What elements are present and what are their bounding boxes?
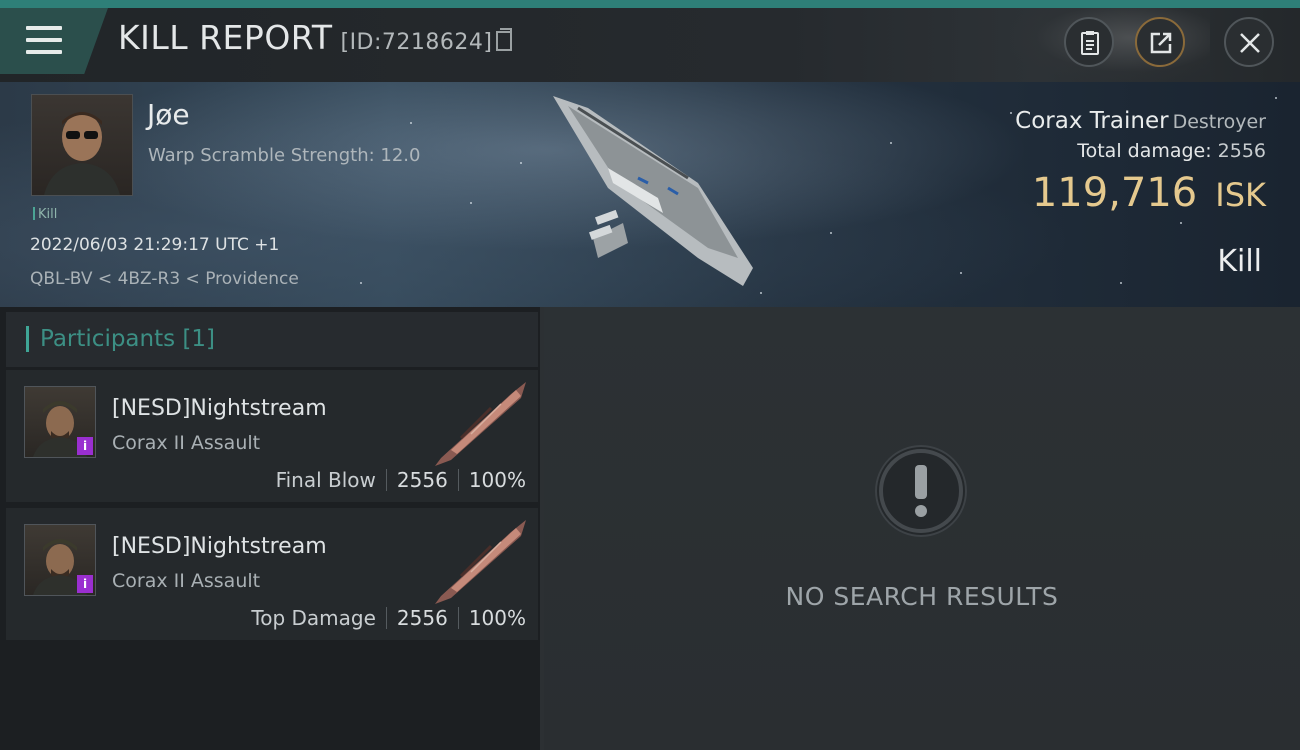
- participant-stats: Final Blow 2556 100%: [276, 468, 526, 492]
- stat-divider: [457, 469, 459, 491]
- warp-scramble-strength: Warp Scramble Strength: 12.0: [148, 145, 421, 166]
- victim-portrait[interactable]: [31, 94, 133, 196]
- ship-class: Destroyer: [1172, 111, 1266, 133]
- stat-divider: [457, 607, 459, 629]
- top-accent-line: [0, 0, 1300, 8]
- participant-role: Final Blow: [275, 468, 376, 492]
- participant-stats: Top Damage 2556 100%: [251, 606, 526, 630]
- participant-ship-image: [435, 382, 526, 466]
- participant-name: [NESD]Nightstream: [112, 534, 327, 559]
- avatar: [44, 112, 120, 195]
- clipboard-button[interactable]: [1064, 17, 1114, 67]
- page-title-text: KILL REPORT: [118, 18, 333, 57]
- share-button[interactable]: [1135, 17, 1185, 67]
- participant-row[interactable]: i [NESD]Nightstream Corax II Assault Fin…: [6, 370, 538, 502]
- participant-damage: 2556: [396, 468, 448, 492]
- participant-role: Top Damage: [251, 606, 376, 630]
- victim-name: Jøe: [147, 98, 190, 131]
- share-icon: [1150, 32, 1172, 54]
- corp-badge-icon: i: [77, 437, 93, 455]
- participants-title: Participants [1]: [40, 326, 215, 352]
- participants-header[interactable]: Participants [1]: [6, 312, 538, 367]
- victim-banner: Jøe Warp Scramble Strength: 12.0 Kill 20…: [0, 82, 1300, 307]
- isk-amount: 119,716: [1031, 170, 1198, 216]
- header-accent-bar: [26, 326, 29, 352]
- total-damage: Total damage: 2556: [1077, 140, 1266, 162]
- participant-ship: Corax II Assault: [112, 432, 261, 454]
- isk-value: 119,716 ISK: [1032, 170, 1266, 216]
- participant-row[interactable]: i [NESD]Nightstream Corax II Assault Top…: [6, 508, 538, 640]
- close-button[interactable]: [1224, 17, 1274, 67]
- victim-ship-image: [553, 96, 753, 286]
- close-icon: [1240, 33, 1260, 53]
- participant-ship: Corax II Assault: [112, 570, 261, 592]
- participant-damage: 2556: [396, 606, 448, 630]
- participant-ship-image: [435, 520, 526, 604]
- kill-result: Kill: [1217, 244, 1262, 279]
- participant-percent: 100%: [468, 606, 526, 630]
- participant-avatar[interactable]: i: [24, 386, 96, 458]
- empty-state-text: NO SEARCH RESULTS: [785, 582, 1059, 611]
- total-damage-label: Total damage:: [1077, 140, 1212, 162]
- kill-location: QBL-BV < 4BZ-R3 < Providence: [30, 269, 299, 289]
- clipboard-icon: [1081, 31, 1099, 55]
- participant-percent: 100%: [468, 468, 526, 492]
- page-title: KILL REPORT [ID:7218624]: [118, 18, 513, 57]
- corp-badge-icon: i: [77, 575, 93, 593]
- ship-title: Corax Trainer Destroyer: [1015, 108, 1266, 134]
- participant-name: [NESD]Nightstream: [112, 396, 327, 421]
- isk-unit: ISK: [1215, 176, 1266, 214]
- ship-name: Corax Trainer: [1015, 108, 1169, 134]
- exclamation-icon: [875, 445, 967, 537]
- participant-avatar[interactable]: i: [24, 524, 96, 596]
- stat-divider: [385, 607, 387, 629]
- total-damage-value: 2556: [1217, 140, 1266, 162]
- stat-divider: [385, 469, 387, 491]
- copy-icon[interactable]: [496, 28, 513, 51]
- kill-datetime: 2022/06/03 21:29:17 UTC +1: [30, 235, 280, 255]
- kill-tag: Kill: [33, 207, 57, 222]
- report-id: [ID:7218624]: [340, 30, 493, 55]
- hamburger-icon: [26, 26, 62, 54]
